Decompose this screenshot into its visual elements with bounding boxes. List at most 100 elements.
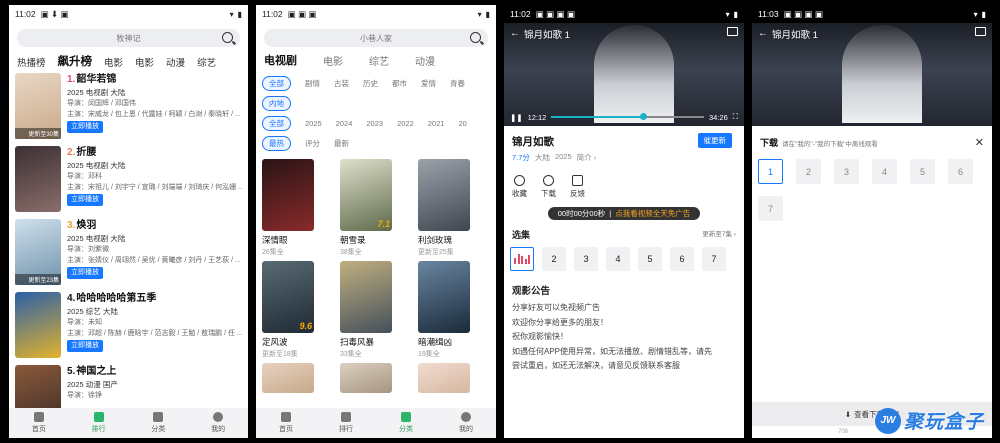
filter-chip[interactable]: 评分	[305, 138, 320, 149]
grid-item[interactable]: 9.6 定风波 更新至18集	[262, 261, 314, 359]
nav-category[interactable]: 分类	[151, 412, 165, 434]
episode-playing[interactable]	[510, 247, 534, 271]
close-icon[interactable]: ✕	[975, 136, 984, 149]
tab-variety[interactable]: 综艺	[369, 53, 389, 68]
poster[interactable]	[15, 146, 61, 212]
download-episode[interactable]: 5	[910, 159, 935, 184]
filter-chip[interactable]: 青春	[450, 78, 465, 89]
poster[interactable]	[15, 292, 61, 358]
list-item[interactable]: 2.折腰 2025 电视剧 大陆 导演：邓科 主演：宋祖儿 / 刘宇宁 / 宣璐…	[15, 146, 242, 218]
filter-chip[interactable]: 爱情	[421, 78, 436, 89]
download-episode[interactable]: 4	[872, 159, 897, 184]
tab-hot[interactable]: 热播榜	[17, 55, 46, 69]
feedback-button[interactable]: 反馈	[570, 175, 585, 199]
filter-chip[interactable]: 全部	[262, 75, 291, 91]
poster[interactable]	[418, 159, 470, 231]
filter-chip[interactable]: 2025	[305, 119, 322, 128]
episode-more-link[interactable]: 更新至7集 ›	[702, 228, 736, 241]
episode-item[interactable]: 4	[606, 247, 630, 271]
poster[interactable]	[340, 363, 392, 393]
back-icon[interactable]: ←	[758, 28, 768, 39]
episode-item[interactable]: 2	[542, 247, 566, 271]
nav-category[interactable]: 分类	[399, 412, 413, 434]
filter-chip[interactable]: 2022	[397, 119, 414, 128]
grid-item[interactable]: 深情眼 26集全	[262, 159, 314, 257]
poster[interactable]: 7.1	[340, 159, 392, 231]
progress-bar[interactable]	[551, 113, 704, 120]
play-button[interactable]: 立即播放	[67, 121, 103, 133]
poster[interactable]: 更新至30集	[15, 73, 61, 139]
filter-chip[interactable]: 全部	[262, 115, 291, 131]
poster[interactable]	[418, 261, 470, 333]
grid-item[interactable]	[418, 363, 470, 393]
tab-anime[interactable]: 动漫	[415, 53, 435, 68]
tab-anime[interactable]: 动漫	[166, 55, 185, 69]
cast-icon[interactable]	[975, 27, 986, 36]
filter-chip[interactable]: 剧情	[305, 78, 320, 89]
filter-chip[interactable]: 20	[458, 119, 466, 128]
back-icon[interactable]: ←	[510, 28, 520, 39]
episode-item[interactable]: 3	[574, 247, 598, 271]
nav-home[interactable]: 首页	[32, 412, 46, 434]
tab-movie[interactable]: 电影	[323, 53, 343, 68]
grid-item[interactable]: 扫毒风暴 33集全	[340, 261, 392, 359]
nav-ranking[interactable]: 排行	[339, 412, 353, 434]
grid-item[interactable]	[262, 363, 314, 393]
intro-link[interactable]: 简介 ›	[577, 152, 597, 163]
poster[interactable]	[418, 363, 470, 393]
poster[interactable]	[262, 159, 314, 231]
download-episode[interactable]: 7	[758, 196, 783, 221]
filter-chip[interactable]: 古装	[334, 78, 349, 89]
list-item[interactable]: 4.哈哈哈哈哈第五季 2025 综艺 大陆 导演：未知 主演：邓超 / 陈赫 /…	[15, 292, 242, 364]
filter-chip[interactable]: 内地	[262, 95, 291, 111]
filter-chip[interactable]: 2024	[336, 119, 353, 128]
poster[interactable]: 更新至23集	[15, 219, 61, 285]
tab-tv[interactable]: 电视剧	[264, 52, 297, 68]
nav-home[interactable]: 首页	[279, 412, 293, 434]
tab-rising[interactable]: 飙升榜	[58, 53, 93, 69]
urge-update-button[interactable]: 催更新	[697, 133, 732, 148]
pause-icon[interactable]: ❚❚	[510, 113, 523, 122]
grid-item[interactable]	[340, 363, 392, 393]
search-input[interactable]: 小巷人家	[264, 29, 488, 47]
play-button[interactable]: 立即播放	[67, 194, 103, 206]
list-item[interactable]: 更新至30集 1.韶华若锦 2025 电视剧 大陆 导演：闵国辉 / 邓国伟 主…	[15, 73, 242, 145]
poster[interactable]: 9.6	[262, 261, 314, 333]
episode-item[interactable]: 5	[638, 247, 662, 271]
favorite-button[interactable]: 收藏	[512, 175, 527, 199]
filter-chip[interactable]: 都市	[392, 78, 407, 89]
filter-chip[interactable]: 历史	[363, 78, 378, 89]
episode-item[interactable]: 7	[702, 247, 726, 271]
video-player[interactable]: ← 锦月如歌 1	[752, 23, 992, 126]
play-button[interactable]: 立即播放	[67, 267, 103, 279]
ad-free-link[interactable]: 点我看视频全天免广告	[615, 208, 690, 219]
tab-variety[interactable]: 综艺	[197, 55, 216, 69]
filter-chip[interactable]: 2023	[366, 119, 383, 128]
tab-movie[interactable]: 电影	[104, 55, 123, 69]
list-item[interactable]: 更新至23集 3.焕羽 2025 电视剧 大陆 导演：刘紫微 主演：张婧仪 / …	[15, 219, 242, 291]
nav-mine[interactable]: 我的	[211, 412, 225, 434]
cast-icon[interactable]	[727, 27, 738, 36]
search-icon[interactable]	[222, 32, 233, 43]
download-episode[interactable]: 3	[834, 159, 859, 184]
download-button[interactable]: 下载	[541, 175, 556, 199]
filter-chip[interactable]: 2021	[428, 119, 445, 128]
download-episode[interactable]: 6	[948, 159, 973, 184]
video-player[interactable]: ← 锦月如歌 1 ❚❚ 12:12 34:26 ⛶	[504, 23, 744, 126]
grid-item[interactable]: 暗潮缉凶 19集全	[418, 261, 470, 359]
nav-ranking[interactable]: 排行	[92, 412, 106, 434]
fullscreen-icon[interactable]: ⛶	[733, 112, 738, 122]
filter-chip[interactable]: 最热	[262, 135, 291, 151]
download-episode[interactable]: 1	[758, 159, 783, 184]
grid-item[interactable]: 7.1 朝雪录 38集全	[340, 159, 392, 257]
ad-timer[interactable]: 00时00分00秒 | 点我看视频全天免广告	[548, 207, 700, 220]
play-button[interactable]: 立即播放	[67, 340, 103, 352]
poster[interactable]	[340, 261, 392, 333]
search-input[interactable]: 牧神记	[17, 29, 240, 47]
nav-mine[interactable]: 我的	[459, 412, 473, 434]
progress-handle[interactable]	[639, 113, 647, 120]
download-episode[interactable]: 2	[796, 159, 821, 184]
tab-movie-2[interactable]: 电影	[135, 55, 154, 69]
filter-chip[interactable]: 最新	[334, 138, 349, 149]
poster[interactable]	[262, 363, 314, 393]
